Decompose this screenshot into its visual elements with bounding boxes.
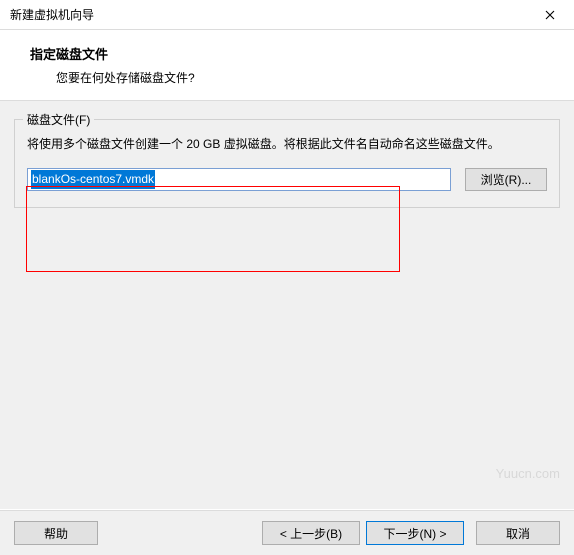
close-button[interactable]	[530, 1, 570, 29]
disk-file-input[interactable]: blankOs-centos7.vmdk	[27, 168, 451, 191]
page-title: 指定磁盘文件	[30, 44, 564, 63]
file-input-row: blankOs-centos7.vmdk 浏览(R)...	[27, 168, 547, 191]
next-button[interactable]: 下一步(N) >	[366, 521, 464, 545]
disk-file-fieldset: 磁盘文件(F) 将使用多个磁盘文件创建一个 20 GB 虚拟磁盘。将根据此文件名…	[14, 119, 560, 208]
watermark-text: Yuucn.com	[496, 466, 560, 481]
wizard-footer: 帮助 < 上一步(B) 下一步(N) > 取消	[0, 510, 574, 555]
back-button[interactable]: < 上一步(B)	[262, 521, 360, 545]
window-title: 新建虚拟机向导	[10, 6, 94, 23]
content-area: 磁盘文件(F) 将使用多个磁盘文件创建一个 20 GB 虚拟磁盘。将根据此文件名…	[0, 101, 574, 509]
titlebar: 新建虚拟机向导	[0, 0, 574, 30]
fieldset-legend: 磁盘文件(F)	[23, 111, 94, 128]
cancel-button[interactable]: 取消	[476, 521, 560, 545]
wizard-header: 指定磁盘文件 您要在何处存储磁盘文件?	[0, 30, 574, 101]
disk-file-input-value: blankOs-centos7.vmdk	[31, 170, 155, 189]
page-subtitle: 您要在何处存储磁盘文件?	[56, 69, 564, 86]
disk-description: 将使用多个磁盘文件创建一个 20 GB 虚拟磁盘。将根据此文件名自动命名这些磁盘…	[27, 134, 547, 154]
browse-button[interactable]: 浏览(R)...	[465, 168, 547, 191]
help-button[interactable]: 帮助	[14, 521, 98, 545]
close-icon	[545, 10, 555, 20]
